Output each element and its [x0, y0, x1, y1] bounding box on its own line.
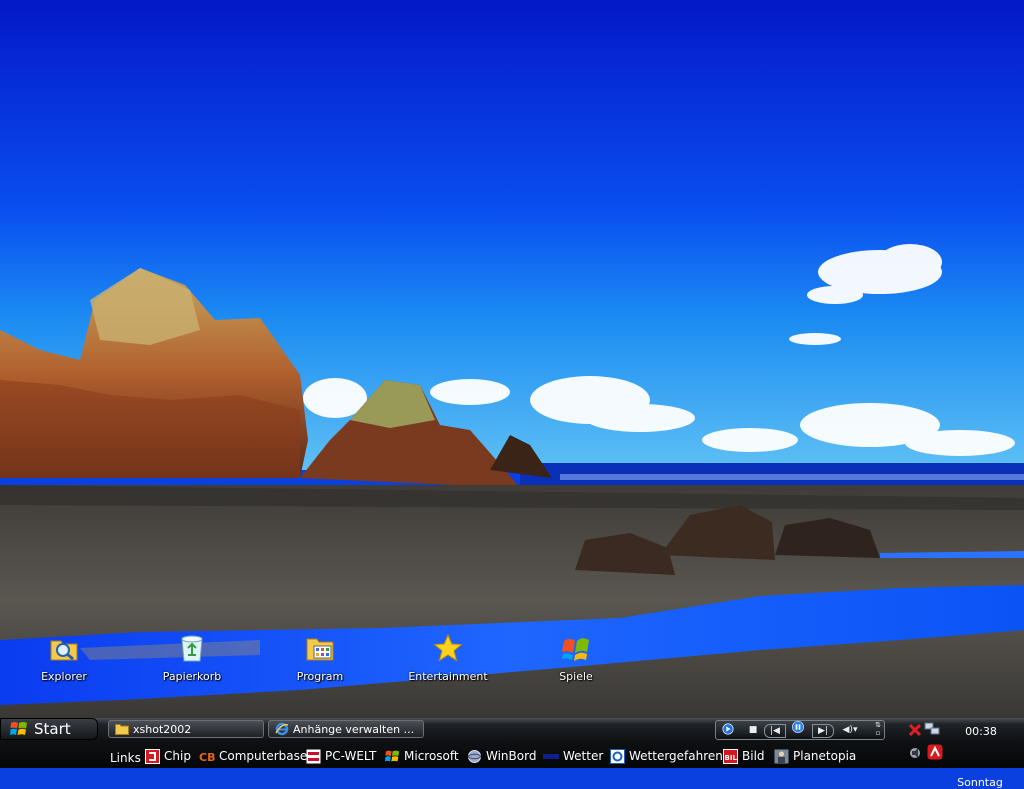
desktop-icon-program[interactable]: Program: [272, 633, 368, 693]
link-label: Microsoft: [404, 749, 459, 763]
internet-explorer-icon: [275, 722, 289, 736]
link-label: Chip: [164, 749, 191, 763]
folder-icon: [115, 724, 129, 735]
network-icon[interactable]: [924, 722, 940, 736]
media-player-icon[interactable]: [721, 723, 735, 735]
start-label: Start: [34, 720, 71, 738]
wettergefahren-icon: [610, 748, 625, 764]
desktop-icon-label: Spiele: [559, 670, 593, 683]
desktop-icon-label: Program: [296, 670, 344, 683]
link-bild[interactable]: BILD Bild: [723, 748, 765, 764]
taskbar: Start xshot2002 Anhänge verwalten ... ■ …: [0, 718, 1024, 789]
programs-folder-icon: [306, 638, 334, 661]
taskbar-button-xshot2002[interactable]: xshot2002: [108, 720, 264, 738]
link-wettergefahren[interactable]: Wettergefahren: [610, 748, 723, 764]
link-label: Wetter: [563, 749, 604, 763]
link-winbord[interactable]: WinBord: [467, 748, 536, 764]
wetter-icon: [543, 753, 559, 759]
link-planetopia[interactable]: Planetopia: [774, 748, 856, 764]
link-label: Planetopia: [793, 749, 857, 763]
taskbar-button-label: xshot2002: [133, 722, 192, 736]
windows-flag-icon: [10, 722, 27, 735]
winbord-icon: [468, 749, 481, 763]
speaker-tray-icon[interactable]: [908, 745, 924, 761]
wallpaper-beach: [0, 0, 1024, 718]
desktop-icon-label: Explorer: [41, 670, 87, 683]
links-toolbar-label: Links: [110, 751, 141, 765]
volume-icon[interactable]: ◀)▾: [838, 724, 862, 736]
desktop-icon-explorer[interactable]: Explorer: [16, 633, 112, 693]
desktop-icon-label: Entertainment: [408, 670, 488, 683]
taskbar-main-row: Start xshot2002 Anhänge verwalten ... ■ …: [0, 718, 1024, 741]
desktop-icon-entertainment[interactable]: Entertainment: [400, 633, 496, 693]
link-computerbase[interactable]: CB Computerbase: [199, 748, 307, 764]
link-chip[interactable]: Chip: [145, 748, 191, 764]
links-toolbar: Links Chip CB Computerbase PC-WELT Micro…: [0, 744, 1024, 789]
link-label: WinBord: [486, 749, 537, 763]
pcwelt-icon: [306, 749, 321, 763]
day-of-week: Sonntag: [957, 776, 1003, 789]
clock[interactable]: 00:38: [955, 725, 1007, 738]
chip-icon: [145, 748, 160, 764]
media-player-toolbar: ■ |◀ ▶| ◀)▾ ⇅ ▫: [715, 720, 885, 740]
planetopia-icon: [774, 749, 789, 763]
link-label: PC-WELT: [325, 749, 377, 763]
desktop-icon-games[interactable]: Spiele: [528, 633, 624, 693]
recycle-bin-icon: [181, 635, 203, 662]
bild-icon: BILD: [723, 748, 739, 764]
windows-flag-icon: [385, 750, 400, 761]
desktop-icon-recycle-bin[interactable]: Papierkorb: [144, 633, 240, 693]
antivirus-icon[interactable]: [927, 744, 943, 760]
star-icon: [433, 633, 463, 662]
next-track-icon[interactable]: ▶|: [812, 724, 834, 738]
x-shield-icon[interactable]: [908, 723, 922, 737]
pause-icon[interactable]: [788, 721, 808, 733]
link-label: Computerbase: [219, 749, 308, 763]
stop-icon[interactable]: ■: [748, 724, 758, 736]
desktop[interactable]: Explorer Papierkorb Program Entertainmen…: [0, 0, 1024, 718]
link-label: Bild: [742, 749, 765, 763]
svg-text:BILD: BILD: [725, 754, 739, 762]
games-icon: [562, 638, 589, 661]
link-microsoft[interactable]: Microsoft: [385, 748, 459, 764]
taskbar-button-label: Anhänge verwalten ...: [293, 722, 415, 736]
link-wetter[interactable]: Wetter: [543, 748, 603, 764]
previous-track-icon[interactable]: |◀: [764, 724, 786, 738]
computerbase-icon: CB: [199, 751, 215, 764]
taskbar-button-anhaenge[interactable]: Anhänge verwalten ...: [268, 720, 424, 738]
link-pc-welt[interactable]: PC-WELT: [306, 748, 376, 764]
desktop-icon-label: Papierkorb: [162, 670, 222, 683]
search-folder-icon: [50, 640, 78, 661]
link-label: Wettergefahren: [629, 749, 723, 763]
restore-player-icon[interactable]: ⇅ ▫: [873, 721, 883, 737]
start-button[interactable]: Start: [0, 718, 98, 740]
svg-text:CB: CB: [199, 751, 215, 764]
